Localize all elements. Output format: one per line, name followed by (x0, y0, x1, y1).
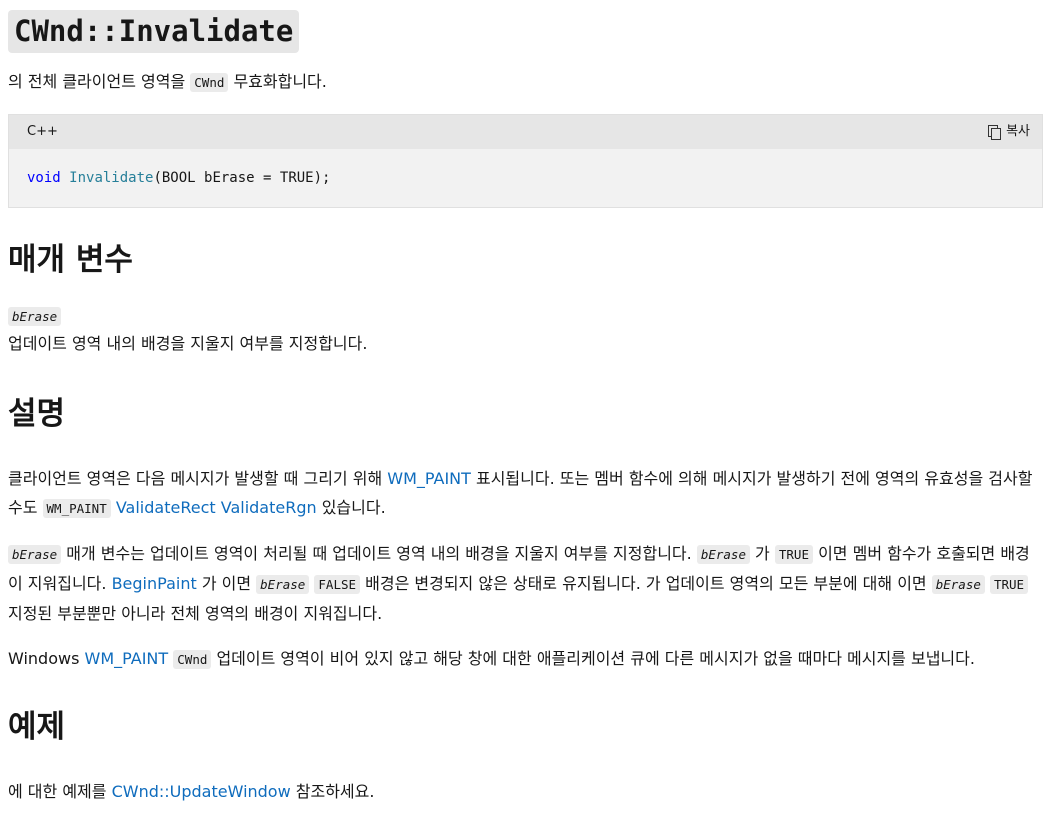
inline-code-false: FALSE (314, 575, 361, 594)
copy-button[interactable]: 복사 (988, 117, 1030, 147)
parameter-name-code: bErase (8, 307, 62, 326)
inline-code-berase: bErase (696, 545, 750, 564)
text: 가 이면 (196, 574, 257, 593)
remarks-paragraph-2: bErase 매개 변수는 업데이트 영역이 처리될 때 업데이트 영역 내의 … (8, 539, 1043, 628)
example-paragraph: 에 대한 예제를 CWnd::UpdateWindow 참조하세요. (8, 777, 1043, 807)
text: Windows (8, 649, 85, 668)
code-signature: (BOOL bErase = TRUE); (153, 170, 331, 186)
code-block-body: void Invalidate(BOOL bErase = TRUE); (9, 149, 1042, 207)
text: 에 대한 예제를 (8, 782, 112, 801)
link-beginpaint[interactable]: BeginPaint (112, 574, 197, 593)
link-validatergn[interactable]: ValidateRgn (221, 498, 317, 517)
copy-icon (988, 125, 1002, 140)
text: 클라이언트 영역은 다음 메시지가 발생할 때 그리기 위해 (8, 469, 388, 488)
remarks-paragraph-1: 클라이언트 영역은 다음 메시지가 발생할 때 그리기 위해 WM_PAINT … (8, 464, 1043, 523)
page-title-code: CWnd::Invalidate (8, 10, 300, 53)
inline-code-true: TRUE (774, 545, 813, 564)
intro-text-end: 무효화합니다. (228, 72, 327, 91)
copy-button-label: 복사 (1006, 124, 1030, 139)
link-validaterect[interactable]: ValidateRect (116, 498, 216, 517)
link-cwnd-updatewindow[interactable]: CWnd::UpdateWindow (112, 782, 291, 801)
intro-text: 의 전체 클라이언트 영역을 (8, 72, 191, 91)
code-keyword: void (27, 170, 61, 186)
inline-code-cwnd: CWnd (173, 650, 212, 669)
code-block-header: C++ 복사 (9, 115, 1042, 149)
text: 있습니다. (316, 498, 386, 517)
text: 매개 변수는 업데이트 영역이 처리될 때 업데이트 영역 내의 배경을 지울지… (61, 544, 697, 563)
parameter-name: bErase (8, 305, 1043, 328)
example-heading: 예제 (8, 709, 66, 745)
remarks-paragraph-3: Windows WM_PAINT CWnd 업데이트 영역이 비어 있지 않고 … (8, 644, 1043, 674)
text: 가 (749, 544, 775, 563)
link-wm-paint[interactable]: WM_PAINT (387, 469, 471, 488)
inline-code-berase: bErase (256, 575, 310, 594)
page: CWnd::Invalidate 의 전체 클라이언트 영역을 CWnd 무효화… (0, 0, 1051, 807)
text: 참조하세요. (290, 782, 375, 801)
inline-code-cwnd: CWnd (190, 73, 229, 92)
code-language-label: C++ (27, 124, 58, 139)
inline-code-wm-paint: WM_PAINT (42, 499, 111, 518)
parameters-heading: 매개 변수 (8, 242, 133, 278)
page-title: CWnd::Invalidate (8, 10, 1043, 53)
text: 업데이트 영역이 비어 있지 않고 해당 창에 대한 애플리케이션 큐에 다른 … (211, 649, 975, 668)
parameter-description: 업데이트 영역 내의 배경을 지울지 여부를 지정합니다. (8, 334, 368, 353)
code-function-name: Invalidate (69, 170, 154, 186)
inline-code-true: TRUE (989, 575, 1029, 594)
text: 배경은 변경되지 않은 상태로 유지됩니다. 가 업데이트 영역의 모든 부분에… (360, 574, 932, 593)
code-block: C++ 복사 void Invalidate(BOOL bErase = TRU… (8, 114, 1043, 208)
link-wm-paint[interactable]: WM_PAINT (85, 649, 169, 668)
intro-paragraph: 의 전체 클라이언트 영역을 CWnd 무효화합니다. (8, 67, 1043, 98)
remarks-heading: 설명 (8, 396, 66, 432)
inline-code-berase: bErase (931, 575, 985, 594)
text: 지정된 부분뿐만 아니라 전체 영역의 배경이 지워집니다. (8, 604, 383, 623)
inline-code-berase: bErase (8, 545, 62, 564)
